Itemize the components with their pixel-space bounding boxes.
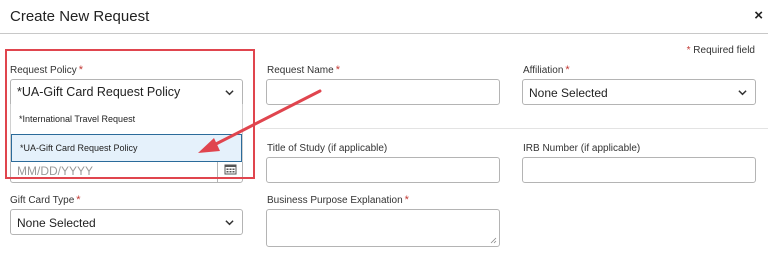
gift-card-type-value: None Selected	[17, 216, 96, 230]
section-divider	[260, 128, 768, 129]
request-policy-select[interactable]: *UA-Gift Card Request Policy	[10, 79, 243, 105]
chevron-down-icon	[225, 90, 234, 96]
required-field-legend: * Required field	[687, 45, 755, 56]
chevron-down-icon	[225, 220, 234, 226]
required-legend-text: Required field	[693, 45, 755, 56]
business-purpose-textarea[interactable]	[266, 209, 500, 247]
required-star: *	[335, 64, 340, 76]
request-name-input[interactable]	[266, 79, 500, 105]
required-star: *	[78, 64, 83, 76]
request-policy-value: *UA-Gift Card Request Policy	[17, 85, 181, 99]
gift-card-type-label-text: Gift Card Type	[10, 195, 75, 206]
business-purpose-label-text: Business Purpose Explanation	[267, 195, 403, 206]
required-star: *	[404, 194, 409, 206]
dropdown-option[interactable]: *International Travel Request	[11, 106, 242, 132]
title-of-study-input[interactable]	[266, 157, 500, 183]
chevron-down-icon	[738, 90, 747, 96]
required-star: *	[76, 194, 81, 206]
affiliation-select[interactable]: None Selected	[522, 79, 756, 105]
request-name-label: Request Name *	[267, 64, 340, 76]
modal-header: Create New Request ×	[0, 0, 768, 34]
close-icon[interactable]: ×	[754, 8, 763, 24]
irb-number-input[interactable]	[522, 157, 756, 183]
request-name-label-text: Request Name	[267, 65, 334, 76]
gift-card-type-select[interactable]: None Selected	[10, 209, 243, 235]
request-policy-label-text: Request Policy	[10, 65, 77, 76]
required-star: *	[686, 45, 691, 56]
request-policy-label: Request Policy *	[10, 64, 83, 76]
request-policy-dropdown: *International Travel Request *UA-Gift C…	[10, 104, 243, 162]
resize-grip-icon[interactable]	[490, 237, 497, 244]
required-star: *	[565, 64, 570, 76]
irb-number-label: IRB Number (if applicable)	[523, 143, 641, 154]
affiliation-value: None Selected	[529, 86, 608, 100]
affiliation-label-text: Affiliation	[523, 65, 564, 76]
dropdown-option-selected[interactable]: *UA-Gift Card Request Policy	[11, 134, 242, 162]
gift-card-type-label: Gift Card Type *	[10, 194, 81, 206]
date-placeholder: MM/DD/YYYY	[17, 164, 94, 178]
business-purpose-label: Business Purpose Explanation *	[267, 194, 409, 206]
title-of-study-label: Title of Study (if applicable)	[267, 143, 388, 154]
affiliation-label: Affiliation *	[523, 64, 570, 76]
modal-title: Create New Request	[10, 8, 150, 25]
